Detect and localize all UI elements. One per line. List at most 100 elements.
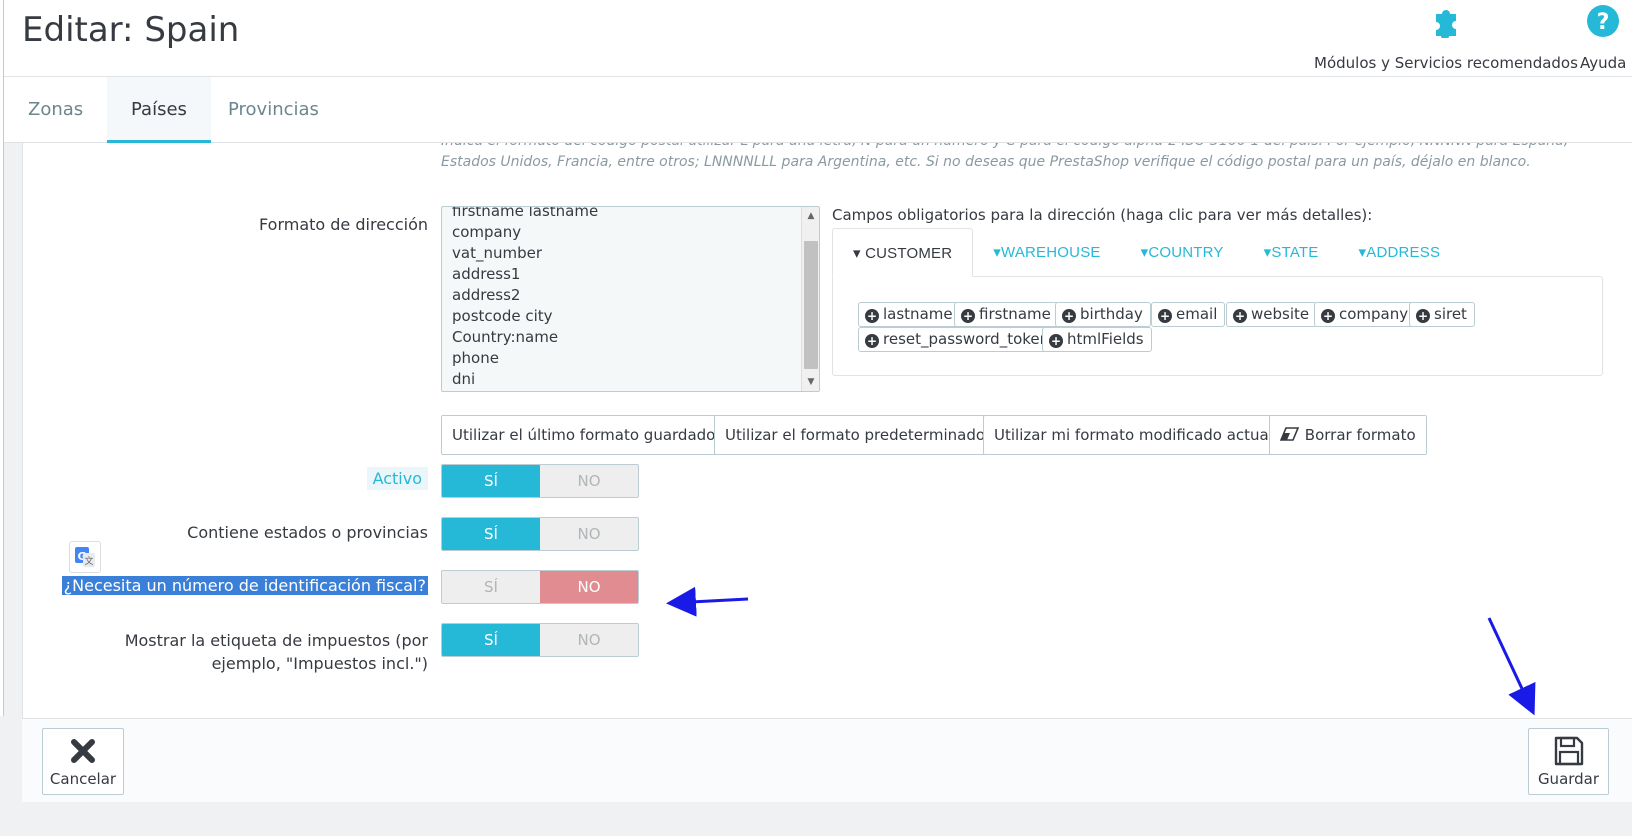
close-icon — [70, 736, 96, 766]
address-format-label: Formato de dirección — [259, 215, 428, 234]
field-chip-label: firstname — [979, 305, 1051, 323]
activo-label: Activo — [366, 467, 428, 490]
field-chip-reset-password-token[interactable]: + reset_password_token — [858, 327, 1058, 352]
plus-icon: + — [1049, 334, 1063, 348]
address-format-line: vat_number — [452, 244, 542, 262]
clear-format-button[interactable]: Borrar formato — [1269, 415, 1427, 455]
textarea-scrollbar[interactable]: ▲ ▼ — [801, 207, 819, 391]
page-header: Editar: Spain Módulos y Servicios recome… — [4, 0, 1632, 77]
field-chip-label: company — [1339, 305, 1409, 323]
required-fields-label: Campos obligatorios para la dirección (h… — [832, 206, 1373, 224]
field-chip-lastname[interactable]: + lastname — [858, 302, 961, 327]
display-tax-label-switch[interactable]: SÍ NO — [441, 623, 639, 657]
plus-icon: + — [865, 309, 879, 323]
req-tab-customer[interactable]: ▾ CUSTOMER — [832, 228, 974, 277]
display-tax-label-line1: Mostrar la etiqueta de impuestos (por — [124, 631, 428, 650]
address-format-line: dni — [452, 370, 476, 388]
eraser-icon — [1279, 426, 1305, 444]
help-button[interactable]: ? Ayuda — [1580, 4, 1626, 72]
req-tab-country[interactable]: ▾COUNTRY — [1121, 228, 1244, 277]
cancel-label: Cancelar — [49, 769, 117, 788]
address-format-line: postcode city — [452, 307, 553, 325]
scroll-thumb[interactable] — [804, 241, 818, 369]
display-tax-label-line2: ejemplo, "Impuestos incl.") — [211, 654, 428, 673]
main-tabs: Zonas Países Provincias — [4, 77, 1632, 143]
field-chip-label: email — [1176, 305, 1218, 323]
tab-provincias[interactable]: Provincias — [204, 77, 343, 143]
page-title: Editar: Spain — [22, 10, 240, 50]
field-chip-company[interactable]: + company — [1314, 302, 1417, 327]
activo-switch[interactable]: SÍ NO — [441, 464, 639, 498]
contains-states-label: Contiene estados o provincias — [187, 523, 428, 542]
cancel-button[interactable]: Cancelar — [42, 728, 124, 795]
field-chip-firstname[interactable]: + firstname — [954, 302, 1059, 327]
tax-id-switch[interactable]: SÍ NO — [441, 570, 639, 604]
req-tab-label: WAREHOUSE — [1001, 244, 1101, 261]
clear-format-label: Borrar formato — [1304, 426, 1416, 444]
scroll-up-icon[interactable]: ▲ — [802, 211, 819, 221]
address-format-line: firstname lastname — [452, 206, 599, 220]
switch-no-option[interactable]: NO — [540, 465, 638, 497]
plus-icon: + — [1158, 309, 1172, 323]
scroll-down-icon[interactable]: ▼ — [802, 377, 819, 387]
caret-down-icon: ▾ — [853, 245, 861, 262]
save-button[interactable]: Guardar — [1528, 728, 1609, 795]
tax-id-label: ¿Necesita un número de identificación fi… — [61, 576, 428, 595]
form-footer: Cancelar Guardar — [22, 718, 1632, 802]
tab-paises[interactable]: Países — [107, 77, 211, 143]
address-format-lines: firstname lastname company vat_number ad… — [452, 206, 599, 390]
use-last-saved-format-button[interactable]: Utilizar el último formato guardado — [441, 415, 727, 455]
field-chip-label: website — [1251, 305, 1310, 323]
help-label: Ayuda — [1580, 54, 1627, 72]
save-icon — [1553, 736, 1585, 766]
svg-text:?: ? — [1597, 10, 1610, 35]
country-form-panel: Indica el formato del código postal util… — [22, 143, 1632, 718]
tab-zonas[interactable]: Zonas — [4, 77, 107, 143]
modules-services-label: Módulos y Servicios recomendados — [1314, 54, 1578, 72]
address-format-line: address1 — [452, 265, 521, 283]
required-fields-tabs: ▾ CUSTOMER ▾WAREHOUSE ▾COUNTRY ▾STATE ▾A… — [832, 228, 1460, 277]
contains-states-switch[interactable]: SÍ NO — [441, 517, 639, 551]
plus-icon: + — [865, 334, 879, 348]
field-chip-birthday[interactable]: + birthday — [1055, 302, 1151, 327]
switch-yes-option[interactable]: SÍ — [442, 465, 540, 497]
req-tab-warehouse[interactable]: ▾WAREHOUSE — [973, 228, 1120, 277]
req-tab-label: COUNTRY — [1148, 244, 1224, 261]
switch-no-option[interactable]: NO — [540, 571, 638, 603]
field-chip-label: birthday — [1080, 305, 1143, 323]
field-chip-label: siret — [1434, 305, 1467, 323]
switch-no-option[interactable]: NO — [540, 624, 638, 656]
plus-icon: + — [961, 309, 975, 323]
switch-yes-option[interactable]: SÍ — [442, 571, 540, 603]
req-tab-address[interactable]: ▾ADDRESS — [1339, 228, 1461, 277]
help-icon: ? — [1586, 4, 1620, 42]
address-format-line: Country:name — [452, 328, 559, 346]
field-chip-htmlfields[interactable]: + htmlFields — [1042, 327, 1152, 352]
google-translate-icon[interactable]: G 文 — [69, 541, 101, 573]
field-chip-email[interactable]: + email — [1151, 302, 1226, 327]
plus-icon: + — [1233, 309, 1247, 323]
req-tab-state[interactable]: ▾STATE — [1244, 228, 1339, 277]
req-tab-label: CUSTOMER — [865, 245, 953, 262]
svg-text:文: 文 — [84, 555, 93, 567]
address-format-textarea[interactable]: firstname lastname company vat_number ad… — [441, 206, 820, 392]
req-tab-label: ADDRESS — [1366, 244, 1441, 261]
use-default-format-button[interactable]: Utilizar el formato predeterminado — [714, 415, 997, 455]
modules-services-button[interactable]: Módulos y Servicios recomendados — [1314, 4, 1578, 72]
caret-down-icon: ▾ — [993, 244, 1002, 261]
switch-yes-option[interactable]: SÍ — [442, 624, 540, 656]
switch-yes-option[interactable]: SÍ — [442, 518, 540, 550]
address-format-line: address2 — [452, 286, 521, 304]
plus-icon: + — [1062, 309, 1076, 323]
field-chip-website[interactable]: + website — [1226, 302, 1318, 327]
use-current-format-button[interactable]: Utilizar mi formato modificado actual — [983, 415, 1284, 455]
puzzle-icon — [1428, 4, 1464, 42]
activo-label-wrap: Activo — [23, 467, 428, 490]
field-chip-label: htmlFields — [1067, 330, 1144, 348]
plus-icon: + — [1321, 309, 1335, 323]
display-tax-label: Mostrar la etiqueta de impuestos (por ej… — [23, 629, 428, 675]
field-chip-siret[interactable]: + siret — [1409, 302, 1475, 327]
field-chip-label: lastname — [883, 305, 953, 323]
field-chip-label: reset_password_token — [883, 330, 1050, 348]
switch-no-option[interactable]: NO — [540, 518, 638, 550]
